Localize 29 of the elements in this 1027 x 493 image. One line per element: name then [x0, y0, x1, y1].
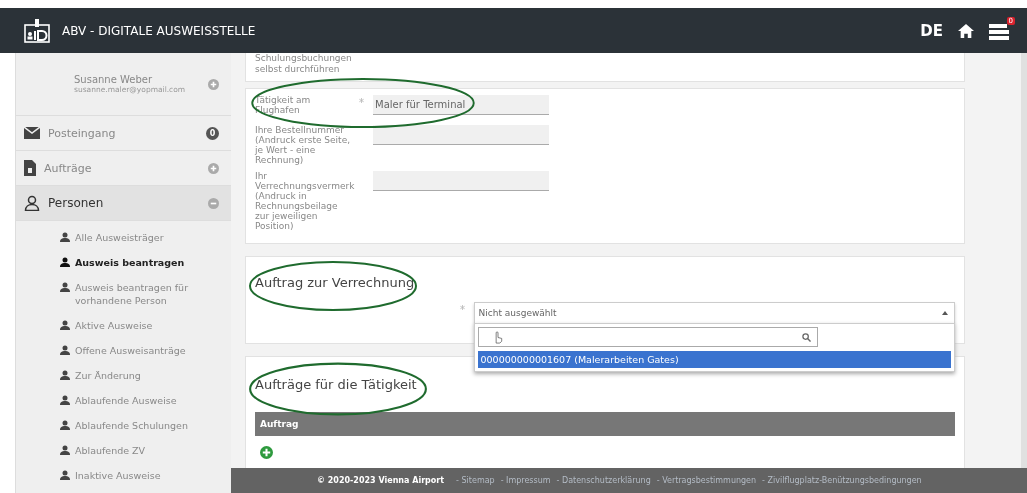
section-heading: Aufträge für die Tätigkeit	[255, 377, 418, 392]
section-heading: Auftrag zur Verrechnung	[255, 275, 416, 290]
sidebar-item[interactable]: Personen	[16, 186, 231, 221]
field-label: Ihre Bestellnummer (Andruck erste Seite, je Wert - eine Rechnung)	[255, 125, 351, 165]
copyright-text: © 2020-2023 Vienna Airport	[317, 476, 445, 485]
count-badge: 0	[206, 126, 219, 140]
sidebar-subitem[interactable]: Ausweis beantragen für vorhandene Person	[60, 276, 210, 314]
language-link[interactable]: DE	[920, 21, 943, 40]
field-label: Schulungsbuchungen selbst durchführen	[255, 53, 353, 75]
footer-link[interactable]: - Sitemap	[456, 476, 495, 485]
sidebar-subitem[interactable]: Ausweis beantragen	[60, 251, 210, 276]
footer-link[interactable]: - Impressum	[500, 476, 551, 485]
app-title: ABV - DIGITALE AUSWEISSTELLE	[62, 23, 256, 38]
dropdown-option[interactable]: 000000000001607 (Malerarbeiten Gates)	[477, 351, 951, 368]
input-field[interactable]: Maler für Terminal	[373, 95, 549, 115]
column-header: Auftrag	[260, 419, 299, 429]
footer-link[interactable]: - Vertragsbestimmungen	[656, 476, 757, 485]
sidebar-subitem[interactable]: Alle Ausweisträger	[60, 226, 210, 251]
sidebar-subitem[interactable]: Zur Änderung	[60, 364, 210, 389]
footer-link[interactable]: - Zivilflugplatz-Benützungsbedingungen	[762, 476, 922, 485]
sidebar-subitem[interactable]: Offene Ausweisanträge	[60, 339, 210, 364]
sidebar-subitem[interactable]: Ablaufende Schulungen	[60, 414, 210, 439]
sidebar-subitem[interactable]: Ablaufende Ausweise	[60, 389, 210, 414]
footer-link[interactable]: - Datenschutzerklärung	[556, 476, 651, 485]
sidebar-subitem[interactable]: Ablaufende ZV	[60, 439, 210, 464]
sidebar-subitem[interactable]: Inaktive Ausweise	[60, 464, 210, 489]
sidebar-item[interactable]: Posteingang 0	[16, 116, 231, 151]
user-name: Susanne Weber	[74, 74, 154, 85]
sidebar-subitem[interactable]: Aktive Ausweise	[60, 314, 210, 339]
